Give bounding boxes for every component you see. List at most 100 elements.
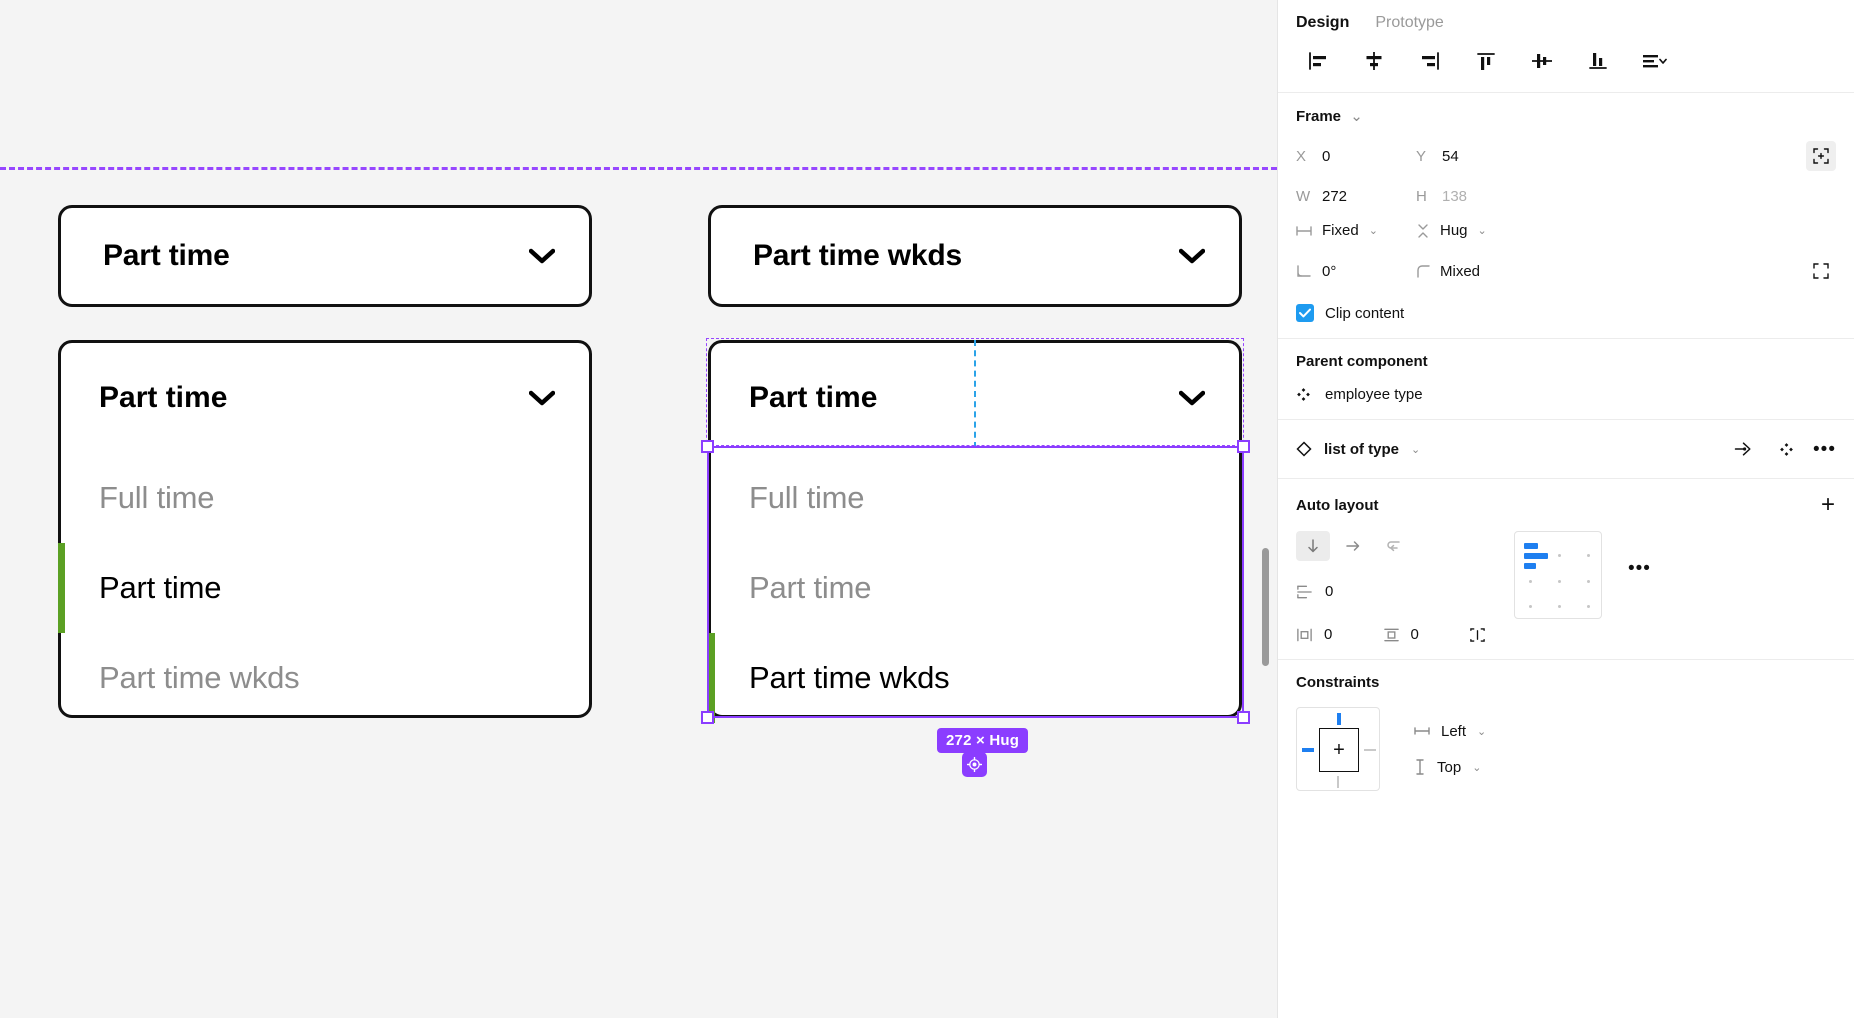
chevron-down-icon[interactable]: ⌄ xyxy=(1477,725,1486,738)
list-item[interactable]: Full time xyxy=(61,453,589,543)
list-item[interactable]: Part time xyxy=(711,543,1239,633)
clip-content-row[interactable]: Clip content xyxy=(1296,304,1836,322)
list-item[interactable]: Part time xyxy=(58,543,589,633)
parent-component-row[interactable]: employee type xyxy=(1296,386,1836,403)
rotation-field[interactable]: 0° xyxy=(1296,263,1416,280)
option-label: Full time xyxy=(99,480,215,515)
align-left-icon[interactable] xyxy=(1290,44,1346,78)
corner-radius-field[interactable]: Mixed xyxy=(1416,263,1536,280)
alignment-dot[interactable] xyxy=(1558,554,1561,557)
tab-design[interactable]: Design xyxy=(1296,14,1349,38)
arrow-down-icon[interactable] xyxy=(1296,531,1330,561)
vertical-padding-field[interactable]: 0 xyxy=(1383,626,1470,643)
arrow-right-icon[interactable] xyxy=(1336,531,1370,561)
chevron-down-icon[interactable] xyxy=(1179,390,1205,406)
clip-content-checkbox[interactable] xyxy=(1296,304,1314,322)
canvas-scrollbar[interactable] xyxy=(1262,548,1269,666)
chevron-down-icon[interactable]: ⌄ xyxy=(1350,108,1363,125)
chevron-down-icon[interactable]: ⌄ xyxy=(1478,224,1487,237)
chevron-down-icon[interactable]: ⌄ xyxy=(1369,224,1378,237)
parent-component-name: employee type xyxy=(1325,386,1423,403)
resize-height-field[interactable]: Hug ⌄ xyxy=(1416,222,1536,239)
constraint-tick-right[interactable] xyxy=(1364,749,1376,751)
frame-section-header[interactable]: Frame ⌄ xyxy=(1296,107,1836,125)
selected-item-marker xyxy=(58,543,65,633)
y-field[interactable]: Y 54 xyxy=(1416,148,1536,165)
swap-instance-icon[interactable] xyxy=(1729,434,1759,464)
wrap-icon[interactable] xyxy=(1376,531,1410,561)
align-bottom-icon[interactable] xyxy=(1570,44,1626,78)
constraints-inner-box: + xyxy=(1319,728,1359,772)
panel-tabs: Design Prototype xyxy=(1278,0,1854,38)
horizontal-constraint-field[interactable]: Left ⌄ xyxy=(1414,723,1486,740)
height-field[interactable]: H 138 xyxy=(1416,188,1536,205)
dropdown-value-label: Part time xyxy=(103,239,230,272)
chevron-down-icon[interactable]: ⌄ xyxy=(1411,443,1420,456)
alignment-dot[interactable] xyxy=(1558,605,1561,608)
instance-row[interactable]: list of type ⌄ ••• xyxy=(1278,420,1854,479)
align-top-icon[interactable] xyxy=(1458,44,1514,78)
dropdown-closed-left[interactable]: Part time xyxy=(58,205,592,307)
x-label: X xyxy=(1296,147,1307,165)
alignment-dot[interactable] xyxy=(1587,554,1590,557)
resize-handle-bottom-right[interactable] xyxy=(1237,711,1250,724)
plus-icon[interactable]: + xyxy=(1821,493,1836,517)
list-item[interactable]: Full time xyxy=(711,453,1239,543)
resize-width-field[interactable]: Fixed ⌄ xyxy=(1296,222,1416,239)
alignment-dot[interactable] xyxy=(1587,605,1590,608)
horizontal-padding-field[interactable]: 0 xyxy=(1296,626,1383,643)
main-component-icon[interactable] xyxy=(1771,434,1801,464)
properties-panel: Design Prototype Frame ⌄ X 0 Y 54 W 272 … xyxy=(1277,0,1854,1018)
section-title: Auto layout xyxy=(1296,496,1379,514)
chevron-down-icon[interactable] xyxy=(1179,248,1205,264)
independent-corners-icon[interactable] xyxy=(1806,256,1836,286)
constraint-tick-left[interactable] xyxy=(1302,748,1314,752)
figma-window: Part time Part time wkds Part time Full … xyxy=(0,0,1854,1018)
selection-size-badge: 272 × Hug xyxy=(937,728,1029,753)
horizontal-constraint-icon xyxy=(1414,725,1430,737)
vertical-constraint-field[interactable]: Top ⌄ xyxy=(1414,759,1486,776)
constraints-widget[interactable]: + xyxy=(1296,707,1380,791)
align-right-icon[interactable] xyxy=(1402,44,1458,78)
more-options-icon[interactable]: ••• xyxy=(1628,559,1651,578)
gap-field[interactable]: 0 xyxy=(1296,583,1486,600)
design-canvas[interactable]: Part time Part time wkds Part time Full … xyxy=(0,0,1277,1018)
more-options-icon[interactable]: ••• xyxy=(1813,440,1836,459)
chevron-down-icon[interactable] xyxy=(529,248,555,264)
resize-handle-bottom-left[interactable] xyxy=(701,711,714,724)
x-field[interactable]: X 0 xyxy=(1296,148,1416,165)
constraint-tick-bottom[interactable] xyxy=(1337,776,1339,788)
alignment-pad[interactable] xyxy=(1514,531,1602,619)
resize-handle-top-right[interactable] xyxy=(1237,440,1250,453)
list-item[interactable]: Part time wkds xyxy=(61,633,589,723)
vertical-constraint-value: Top xyxy=(1437,758,1462,776)
align-horizontal-centers-icon[interactable] xyxy=(1346,44,1402,78)
resize-handle-top-left[interactable] xyxy=(701,440,714,453)
horizontal-constraint-value: Left xyxy=(1441,722,1467,740)
chevron-down-icon[interactable] xyxy=(529,390,555,406)
instance-diamond-icon xyxy=(1296,441,1312,457)
dropdown-value-label: Part time xyxy=(99,381,228,414)
alignment-dot[interactable] xyxy=(1587,580,1590,583)
align-vertical-centers-icon[interactable] xyxy=(1514,44,1570,78)
alignment-dot[interactable] xyxy=(1558,580,1561,583)
scroll-target-icon[interactable] xyxy=(962,752,987,777)
individual-padding-icon[interactable] xyxy=(1469,627,1486,643)
distribute-icon[interactable] xyxy=(1626,44,1682,78)
absolute-position-icon[interactable] xyxy=(1806,141,1836,171)
dropdown-header[interactable]: Part time xyxy=(61,343,589,453)
width-field[interactable]: W 272 xyxy=(1296,188,1416,205)
option-label: Part time wkds xyxy=(749,660,950,695)
section-title: Parent component xyxy=(1296,353,1428,370)
chevron-down-icon[interactable]: ⌄ xyxy=(1472,761,1481,774)
constraint-tick-top[interactable] xyxy=(1337,713,1341,725)
tab-prototype[interactable]: Prototype xyxy=(1375,14,1443,38)
dropdown-closed-right[interactable]: Part time wkds xyxy=(708,205,1242,307)
dropdown-open-left[interactable]: Part time Full time Part time Part time … xyxy=(58,340,592,718)
alignment-dot[interactable] xyxy=(1529,605,1532,608)
alignment-dot[interactable] xyxy=(1529,580,1532,583)
list-item[interactable]: Part time wkds xyxy=(708,633,1239,723)
vertical-resize-icon xyxy=(1416,223,1430,239)
direction-row xyxy=(1296,531,1486,561)
clip-content-label: Clip content xyxy=(1325,304,1405,322)
